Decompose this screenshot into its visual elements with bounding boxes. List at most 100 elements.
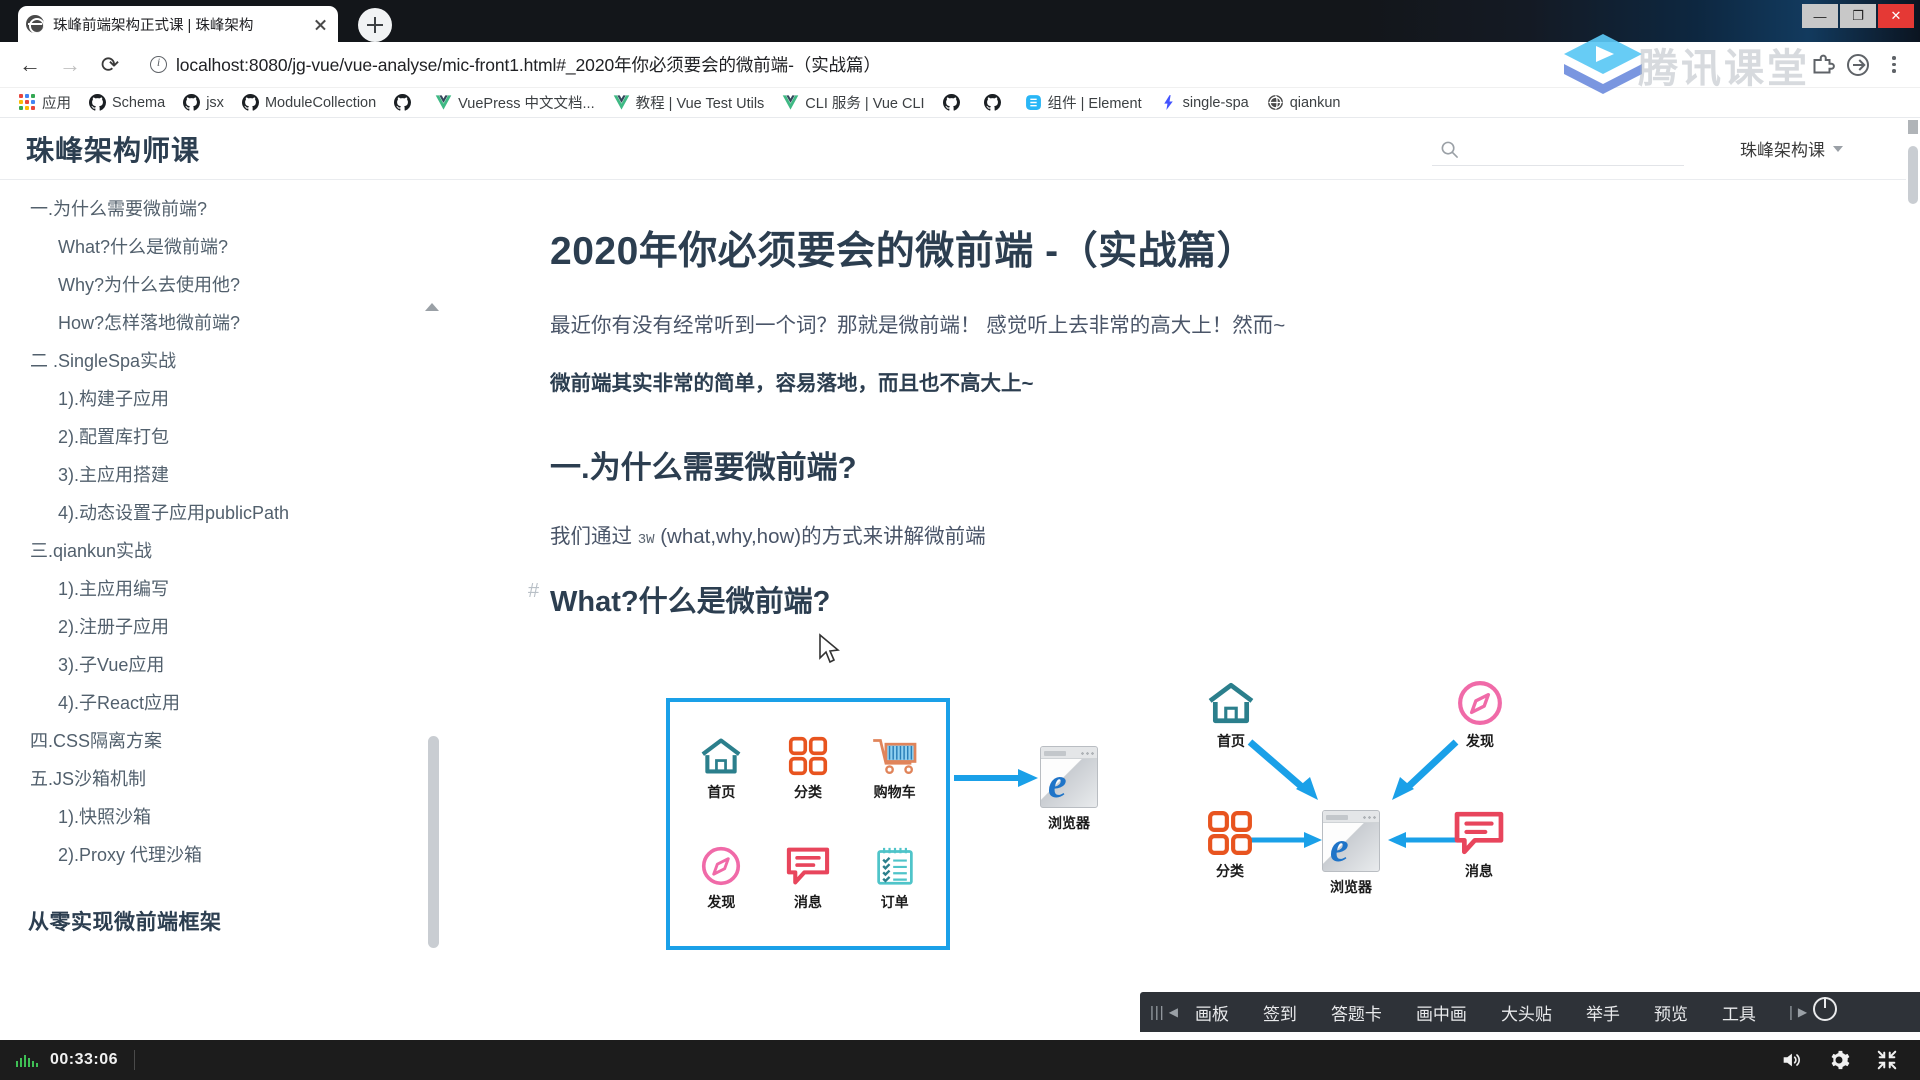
bookmark-github-4[interactable] [385, 90, 426, 116]
browser-window-icon: e [1040, 746, 1098, 809]
volume-icon[interactable] [1780, 1049, 1802, 1071]
settings-gear-icon[interactable] [1828, 1049, 1850, 1071]
panel-cell-discover[interactable]: 发现 [678, 824, 765, 934]
close-window-button[interactable]: ✕ [1878, 4, 1914, 28]
minimize-button[interactable]: — [1802, 4, 1838, 28]
sidebar-item-6[interactable]: 2).配置库打包 [0, 418, 430, 456]
sidebar-item-8[interactable]: 4).动态设置子应用publicPath [0, 494, 430, 532]
page-scrollbar[interactable] [1906, 118, 1920, 978]
menu-dots-icon[interactable] [1878, 49, 1910, 81]
elapsed-time: 00:33:06 [50, 1051, 119, 1068]
apps-grid-icon [19, 94, 36, 111]
info-circle-icon[interactable] [150, 55, 167, 73]
toolbar-item-4[interactable]: 大头贴 [1484, 1000, 1569, 1025]
bookmark-schema[interactable]: Schema [80, 90, 174, 116]
sidebar-item-14[interactable]: 四.CSS隔离方案 [0, 722, 430, 760]
bookmark-qiankun[interactable]: qiankun [1258, 90, 1350, 116]
window-controls: — ❐ ✕ [1802, 4, 1914, 28]
panel-cell-category[interactable]: 分类 [765, 714, 852, 824]
fullscreen-exit-icon[interactable] [1876, 1049, 1898, 1071]
user-menu[interactable]: 珠峰架构课 [1740, 136, 1843, 161]
browser-tab[interactable]: 珠峰前端架构正式课 | 珠峰架构 [18, 6, 338, 42]
toolbar-item-5[interactable]: 举手 [1569, 1000, 1637, 1025]
bookmark-vue-cli[interactable]: CLI 服务 | Vue CLI [773, 90, 933, 116]
toolbar-item-2[interactable]: 答题卡 [1314, 1000, 1399, 1025]
sidebar-item-10[interactable]: 1).主应用编写 [0, 570, 430, 608]
shopping-cart-icon [872, 739, 917, 775]
sidebar-item-0[interactable]: 一.为什么需要微前端? [0, 190, 430, 228]
collapse-left-icon[interactable]: ||| ◀ [1140, 1004, 1178, 1021]
panel-cell-label: 消息 [793, 894, 822, 911]
panel-cell-label: 发现 [707, 894, 736, 911]
node-home[interactable]: 首页 [1205, 680, 1257, 751]
sidebar-item-4[interactable]: 二 .SingleSpa实战 [0, 342, 430, 380]
panel-cell-message[interactable]: 消息 [765, 824, 852, 934]
toolbar-item-1[interactable]: 签到 [1246, 1000, 1314, 1025]
sidebar-item-9[interactable]: 三.qiankun实战 [0, 532, 430, 570]
expand-right-icon[interactable]: | ▶ [1779, 1004, 1807, 1021]
sidebar-item-2[interactable]: Why?为什么去使用他? [0, 266, 430, 304]
node-category[interactable]: 分类 [1205, 810, 1255, 881]
panel-cell-order[interactable]: 订单 [851, 824, 938, 934]
sidebar-item-7[interactable]: 3).主应用搭建 [0, 456, 430, 494]
node-message[interactable]: 消息 [1452, 810, 1506, 881]
paragraph3-post: (what,why,how)的方式来讲解微前端 [660, 524, 986, 548]
panel-cell-cart[interactable]: 购物车 [851, 714, 938, 824]
toolbar-item-7[interactable]: 工具 [1705, 1000, 1773, 1025]
toolbar-right-icons [1806, 49, 1910, 81]
toolbar-item-3[interactable]: 画中画 [1399, 1000, 1484, 1025]
bookmark-vue-test-utils[interactable]: 教程 | Vue Test Utils [604, 90, 774, 116]
bookmark-label: Schema [112, 94, 166, 111]
bookmark-label: qiankun [1289, 94, 1341, 111]
bookmark-github-8[interactable] [934, 90, 975, 116]
back-icon[interactable]: ← [10, 45, 50, 85]
sidebar-footer-title[interactable]: 从零实现微前端框架 [0, 896, 430, 942]
paragraph3-pre: 我们通过 [550, 524, 632, 548]
bookmark-github-9[interactable] [975, 90, 1016, 116]
page-scrollbar-thumb[interactable] [1908, 146, 1918, 204]
sidebar-item-16[interactable]: 1).快照沙箱 [0, 798, 430, 836]
bookmarks-bar: 应用 Schema jsx ModuleCollection VuePress [0, 88, 1920, 118]
node-label: 分类 [1216, 863, 1244, 880]
extension-icon[interactable] [1806, 49, 1838, 81]
reload-icon[interactable]: ⟳ [90, 45, 130, 85]
audio-level-icon [16, 1053, 38, 1067]
search-icon [1441, 141, 1458, 158]
anchor-hash-icon[interactable]: # [528, 580, 539, 603]
bookmark-modulecollection[interactable]: ModuleCollection [233, 90, 385, 116]
close-icon[interactable] [310, 14, 330, 34]
bookmark-apps[interactable]: 应用 [10, 90, 80, 116]
panel-cell-home[interactable]: 首页 [678, 714, 765, 824]
browser-node-left: e 浏览器 [1040, 746, 1098, 833]
sidebar-item-13[interactable]: 4).子React应用 [0, 684, 430, 722]
node-label: 发现 [1466, 733, 1494, 750]
bookmark-jsx[interactable]: jsx [174, 90, 233, 116]
sidebar-item-3[interactable]: How?怎样落地微前端? [0, 304, 430, 342]
toolbar-item-6[interactable]: 预览 [1637, 1000, 1705, 1025]
share-icon[interactable] [1842, 49, 1874, 81]
power-button[interactable] [1807, 997, 1838, 1027]
bookmark-element[interactable]: 组件 | Element [1016, 90, 1151, 116]
sidebar-item-1[interactable]: What?什么是微前端? [0, 228, 430, 266]
sidebar-item-5[interactable]: 1).构建子应用 [0, 380, 430, 418]
github-icon [942, 94, 960, 111]
address-bar[interactable]: localhost:8080/jg-vue/vue-analyse/mic-fr… [140, 48, 1798, 82]
search-input[interactable] [1467, 141, 1667, 158]
page-scrollbar-up[interactable] [1908, 120, 1918, 134]
sidebar-item-17[interactable]: 2).Proxy 代理沙箱 [0, 836, 430, 874]
forward-icon[interactable]: → [50, 45, 90, 85]
search-box[interactable] [1432, 134, 1684, 166]
new-tab-button[interactable] [358, 8, 392, 42]
bookmark-vuepress[interactable]: VuePress 中文文档... [426, 90, 603, 116]
maximize-button[interactable]: ❐ [1840, 4, 1876, 28]
sidebar-item-12[interactable]: 3).子Vue应用 [0, 646, 430, 684]
ie-logo-icon: e [1330, 825, 1349, 872]
toolbar-item-0[interactable]: 画板 [1178, 1000, 1246, 1025]
bookmark-single-spa[interactable]: single-spa [1151, 90, 1258, 116]
sidebar-nav: 一.为什么需要微前端? What?什么是微前端? Why?为什么去使用他? Ho… [0, 180, 430, 1040]
sidebar-item-15[interactable]: 五.JS沙箱机制 [0, 760, 430, 798]
sidebar-item-11[interactable]: 2).注册子应用 [0, 608, 430, 646]
element-icon [1025, 95, 1041, 110]
site-brand[interactable]: 珠峰架构师课 [26, 129, 200, 169]
node-discover[interactable]: 发现 [1455, 680, 1505, 751]
